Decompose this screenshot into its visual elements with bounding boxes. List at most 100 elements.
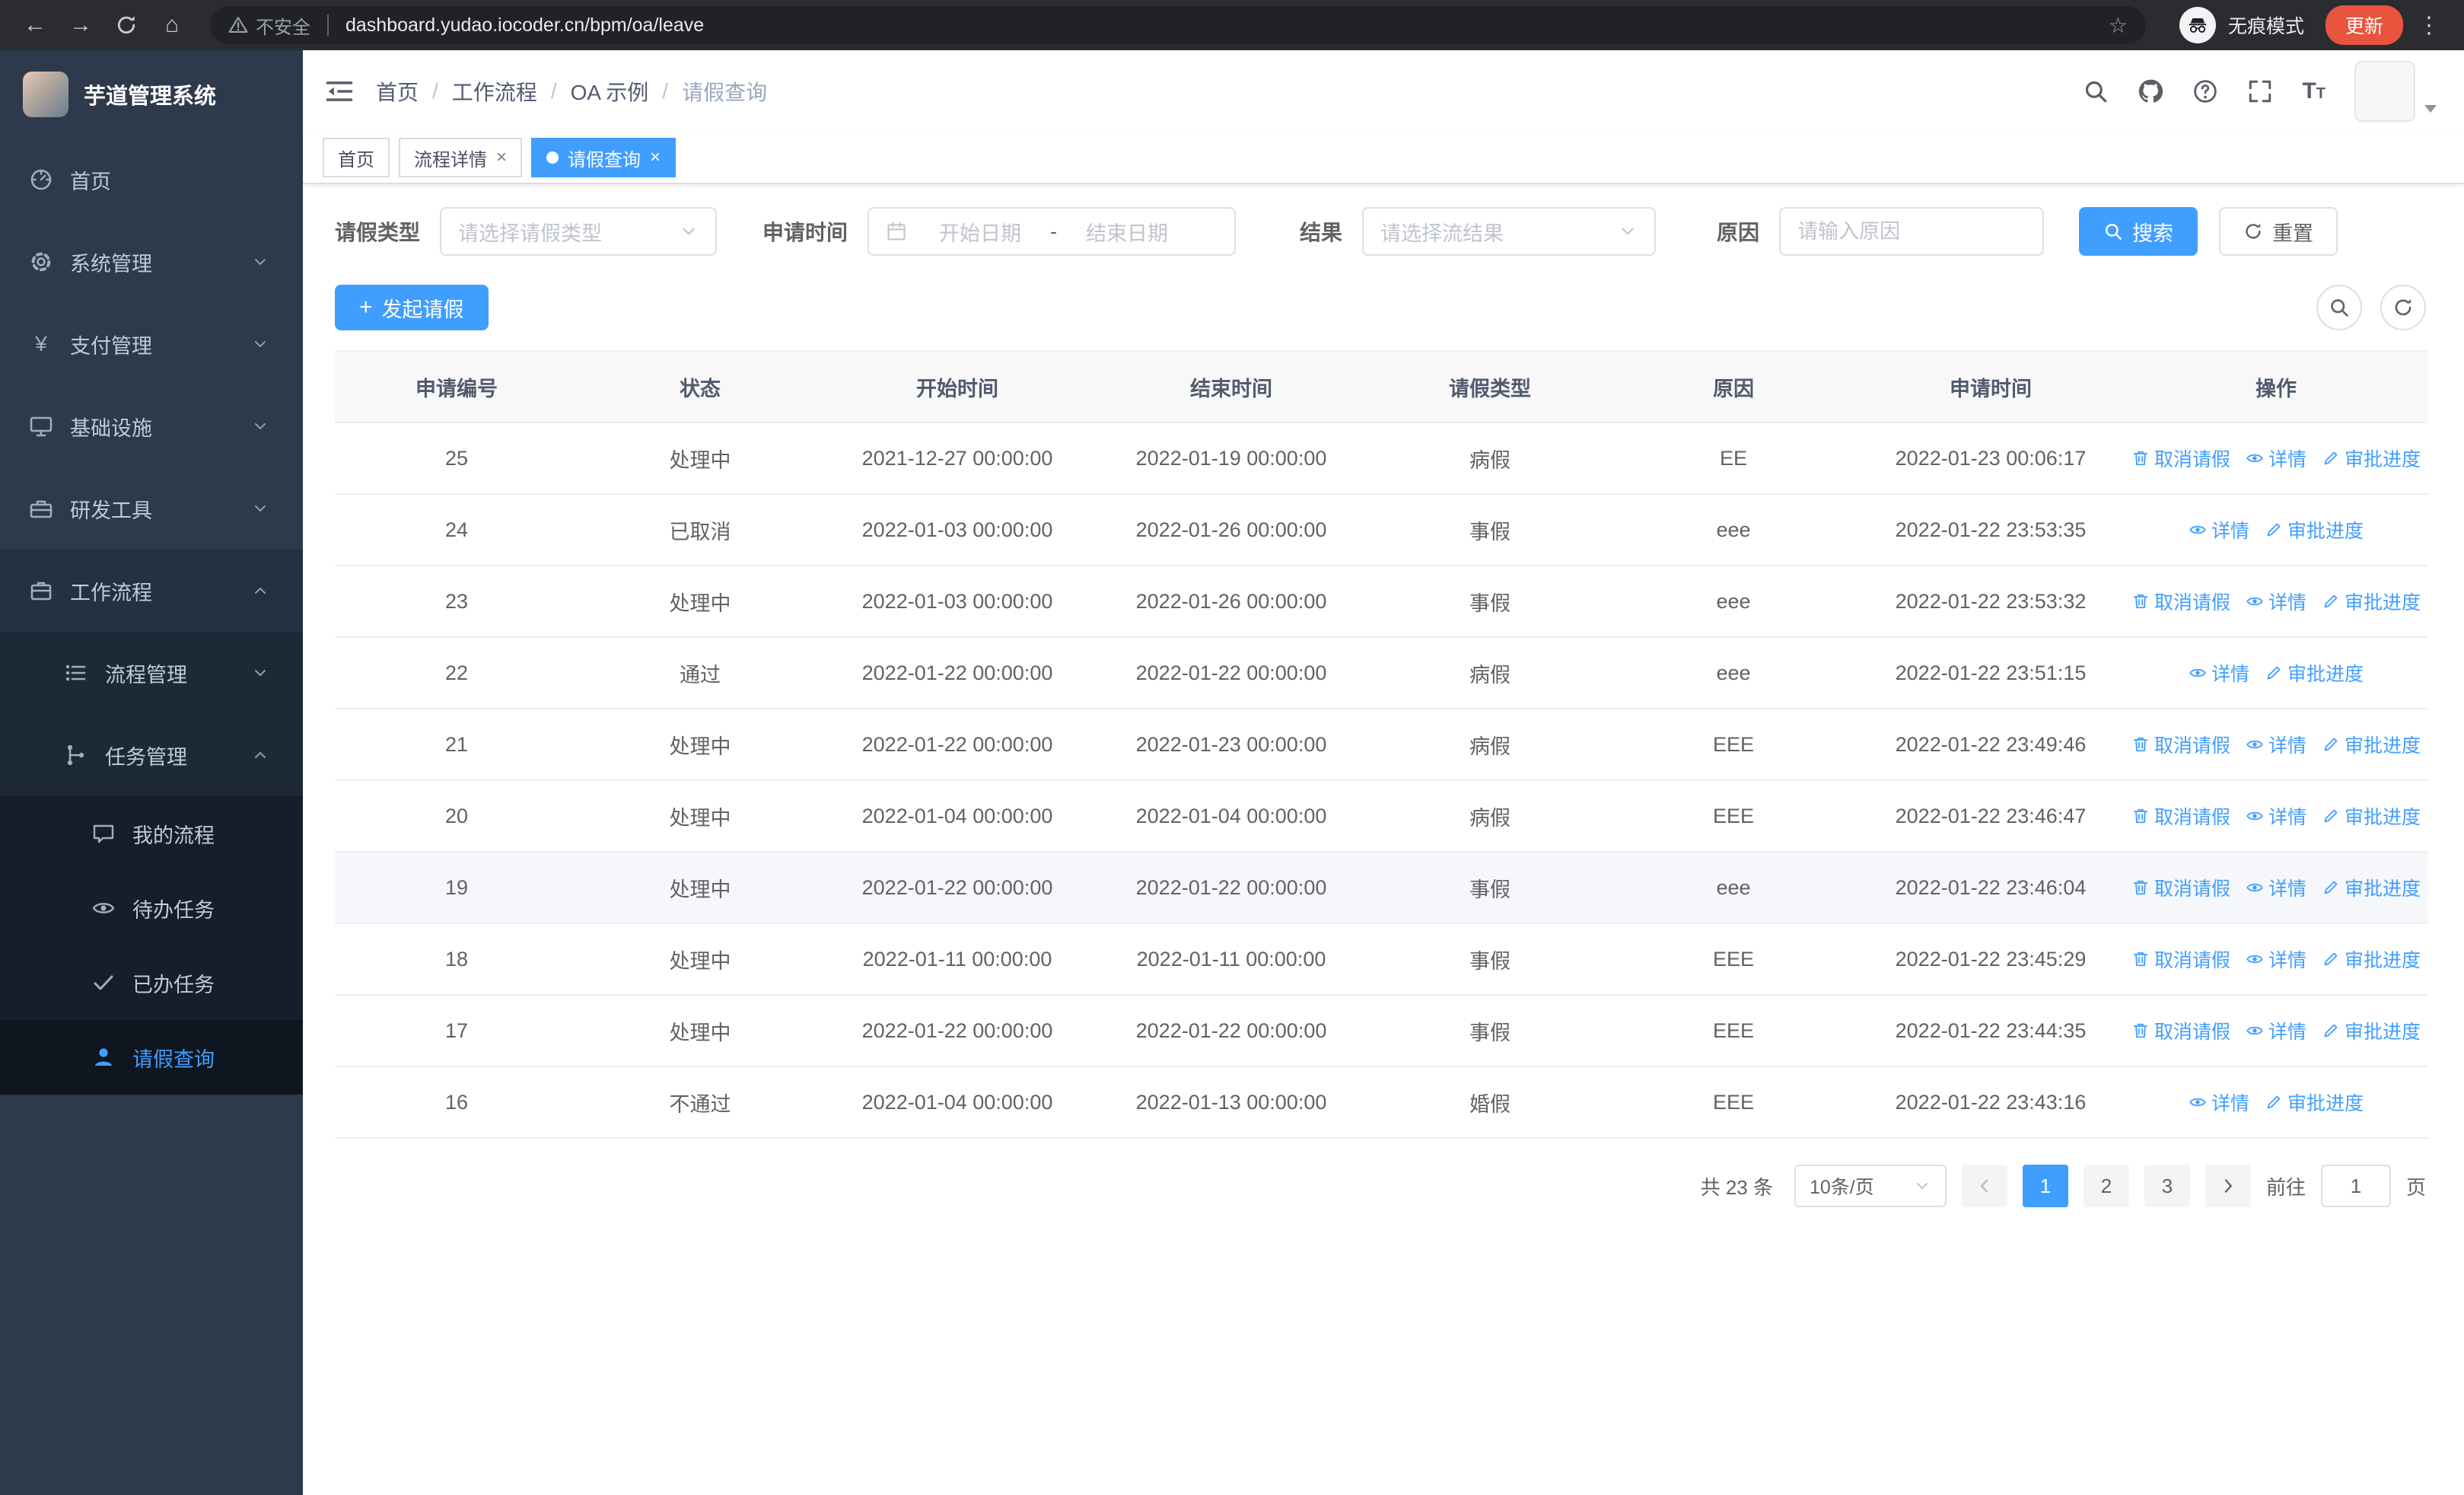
table-row: 19 处理中 2022-01-22 00:00:00 2022-01-22 00:00… [335, 852, 2427, 924]
refresh-table-button[interactable] [2380, 285, 2426, 330]
close-tab-icon[interactable]: × [496, 147, 507, 168]
detail-link[interactable]: 详情 [2246, 802, 2306, 830]
fullscreen-icon[interactable] [2247, 78, 2273, 104]
browser-menu-icon[interactable]: ⋮ [2409, 5, 2449, 45]
cancel-leave-link[interactable]: 取消请假 [2131, 945, 2230, 973]
cancel-leave-link[interactable]: 取消请假 [2131, 445, 2230, 472]
cancel-leave-link[interactable]: 取消请假 [2131, 874, 2230, 901]
refresh-icon [2392, 297, 2414, 318]
sidebar-menu: 首页 系统管理 ¥ 支付管理 基础设施 研发工具 工作流程 流程管理 任务管理 我的流程 待办任务已… [0, 139, 303, 1095]
not-secure-badge[interactable]: 不安全 [228, 12, 310, 39]
leave-type-cell: 事假 [1370, 566, 1610, 638]
approval-progress-link[interactable]: 审批进度 [2265, 1089, 2364, 1116]
view-icon [2246, 735, 2264, 754]
detail-link[interactable]: 详情 [2189, 659, 2249, 687]
reload-icon[interactable] [107, 5, 146, 45]
sidebar-item-payment-management[interactable]: ¥ 支付管理 [0, 303, 303, 385]
sidebar-logo-row[interactable]: 芋道管理系统 [0, 50, 303, 139]
result-select[interactable]: 请选择流结果 [1362, 207, 1657, 256]
sidebar-item-infrastructure[interactable]: 基础设施 [0, 385, 303, 467]
create-leave-label: 发起请假 [381, 298, 464, 321]
chevron-up-icon [251, 582, 269, 600]
url-text: dashboard.yudao.iocoder.cn/bpm/oa/leave [345, 14, 705, 36]
approval-progress-link[interactable]: 审批进度 [2322, 945, 2421, 973]
action-label: 取消请假 [2154, 807, 2230, 828]
github-icon[interactable] [2138, 78, 2163, 104]
sidebar-item-leave-query[interactable]: 请假查询 [0, 1020, 303, 1095]
sidebar-item-my-processes[interactable]: 我的流程 [0, 796, 303, 871]
end-time-cell: 2022-01-23 00:00:00 [1093, 709, 1370, 781]
approval-progress-link[interactable]: 审批进度 [2322, 445, 2421, 472]
chevron-down-icon [251, 417, 269, 435]
page-button-2[interactable]: 2 [2083, 1165, 2129, 1207]
detail-link[interactable]: 详情 [2189, 516, 2249, 543]
approval-progress-link[interactable]: 审批进度 [2322, 874, 2421, 901]
help-icon[interactable] [2192, 78, 2218, 104]
sidebar-item-process-management[interactable]: 流程管理 [0, 632, 303, 714]
chrome-update-button[interactable]: 更新 [2325, 5, 2403, 45]
reset-button[interactable]: 重置 [2219, 207, 2338, 256]
collapse-sidebar-icon[interactable] [324, 76, 355, 107]
page-button-1[interactable]: 1 [2022, 1165, 2068, 1207]
forward-icon[interactable]: → [61, 5, 100, 45]
page-button-3[interactable]: 3 [2144, 1165, 2190, 1207]
chevron-down-icon [251, 664, 269, 682]
user-menu[interactable] [2354, 61, 2437, 122]
range-separator: - [1050, 219, 1058, 243]
apply-time-range-picker[interactable]: 开始日期 - 结束日期 [867, 207, 1237, 256]
back-icon[interactable]: ← [15, 5, 55, 45]
sidebar-item-done-tasks[interactable]: 已办任务 [0, 945, 303, 1020]
breadcrumb-item[interactable]: OA 示例 [571, 76, 649, 107]
create-leave-button[interactable]: + 发起请假 [335, 285, 489, 330]
sidebar-item-dev-tools[interactable]: 研发工具 [0, 467, 303, 550]
font-size-icon[interactable]: TT [2302, 80, 2326, 103]
prev-page-button[interactable] [1961, 1165, 2007, 1207]
start-date-placeholder: 开始日期 [939, 222, 1022, 245]
detail-link[interactable]: 详情 [2246, 445, 2306, 472]
detail-link[interactable]: 详情 [2246, 588, 2306, 615]
url-bar[interactable]: 不安全 dashboard.yudao.iocoder.cn/bpm/oa/le… [210, 6, 2146, 44]
application-id-cell: 18 [335, 923, 578, 996]
incognito-icon [2186, 14, 2209, 37]
tab-home[interactable]: 首页 [323, 138, 390, 177]
approval-progress-link[interactable]: 审批进度 [2322, 802, 2421, 830]
breadcrumb-item[interactable]: 工作流程 [452, 76, 537, 107]
bookmark-star-icon[interactable]: ☆ [2109, 13, 2128, 38]
cancel-leave-link[interactable]: 取消请假 [2131, 588, 2230, 615]
sidebar-item-system-management[interactable]: 系统管理 [0, 221, 303, 303]
page-size-select[interactable]: 10条/页 [1794, 1165, 1947, 1207]
goto-page-input[interactable] [2328, 1174, 2383, 1198]
detail-link[interactable]: 详情 [2246, 874, 2306, 901]
next-page-button[interactable] [2205, 1165, 2251, 1207]
approval-progress-link[interactable]: 审批进度 [2322, 731, 2421, 758]
detail-link[interactable]: 详情 [2246, 945, 2306, 973]
detail-link[interactable]: 详情 [2246, 1017, 2306, 1044]
sidebar-item-workflow[interactable]: 工作流程 [0, 550, 303, 632]
cancel-leave-link[interactable]: 取消请假 [2131, 731, 2230, 758]
tab-process-detail[interactable]: 流程详情 × [399, 138, 523, 177]
search-button[interactable]: 搜索 [2079, 207, 2198, 256]
column-header-4: 请假类型 [1370, 350, 1610, 423]
sidebar-item-task-management[interactable]: 任务管理 [0, 714, 303, 796]
column-header-6: 申请时间 [1857, 350, 2125, 423]
sidebar-item-todo-tasks[interactable]: 待办任务 [0, 871, 303, 945]
application-id-cell: 23 [335, 566, 578, 638]
browser-home-icon[interactable]: ⌂ [152, 5, 192, 45]
approval-progress-link[interactable]: 审批进度 [2322, 588, 2421, 615]
breadcrumb-item[interactable]: 首页 [376, 76, 419, 107]
detail-link[interactable]: 详情 [2189, 1089, 2249, 1116]
tab-leave-query[interactable]: 请假查询 × [531, 138, 676, 177]
close-tab-icon[interactable]: × [650, 147, 661, 168]
approval-progress-link[interactable]: 审批进度 [2265, 516, 2364, 543]
toggle-search-button[interactable] [2316, 285, 2362, 330]
leave-type-select[interactable]: 请选择请假类型 [440, 207, 718, 256]
reason-input[interactable] [1797, 219, 2026, 244]
sidebar-item-home[interactable]: 首页 [0, 139, 303, 221]
search-icon[interactable] [2083, 78, 2109, 104]
approval-progress-link[interactable]: 审批进度 [2265, 659, 2364, 687]
approval-progress-link[interactable]: 审批进度 [2322, 1017, 2421, 1044]
cancel-leave-link[interactable]: 取消请假 [2131, 1017, 2230, 1044]
cancel-leave-link[interactable]: 取消请假 [2131, 802, 2230, 830]
detail-link[interactable]: 详情 [2246, 731, 2306, 758]
start-time-cell: 2022-01-03 00:00:00 [822, 494, 1093, 566]
